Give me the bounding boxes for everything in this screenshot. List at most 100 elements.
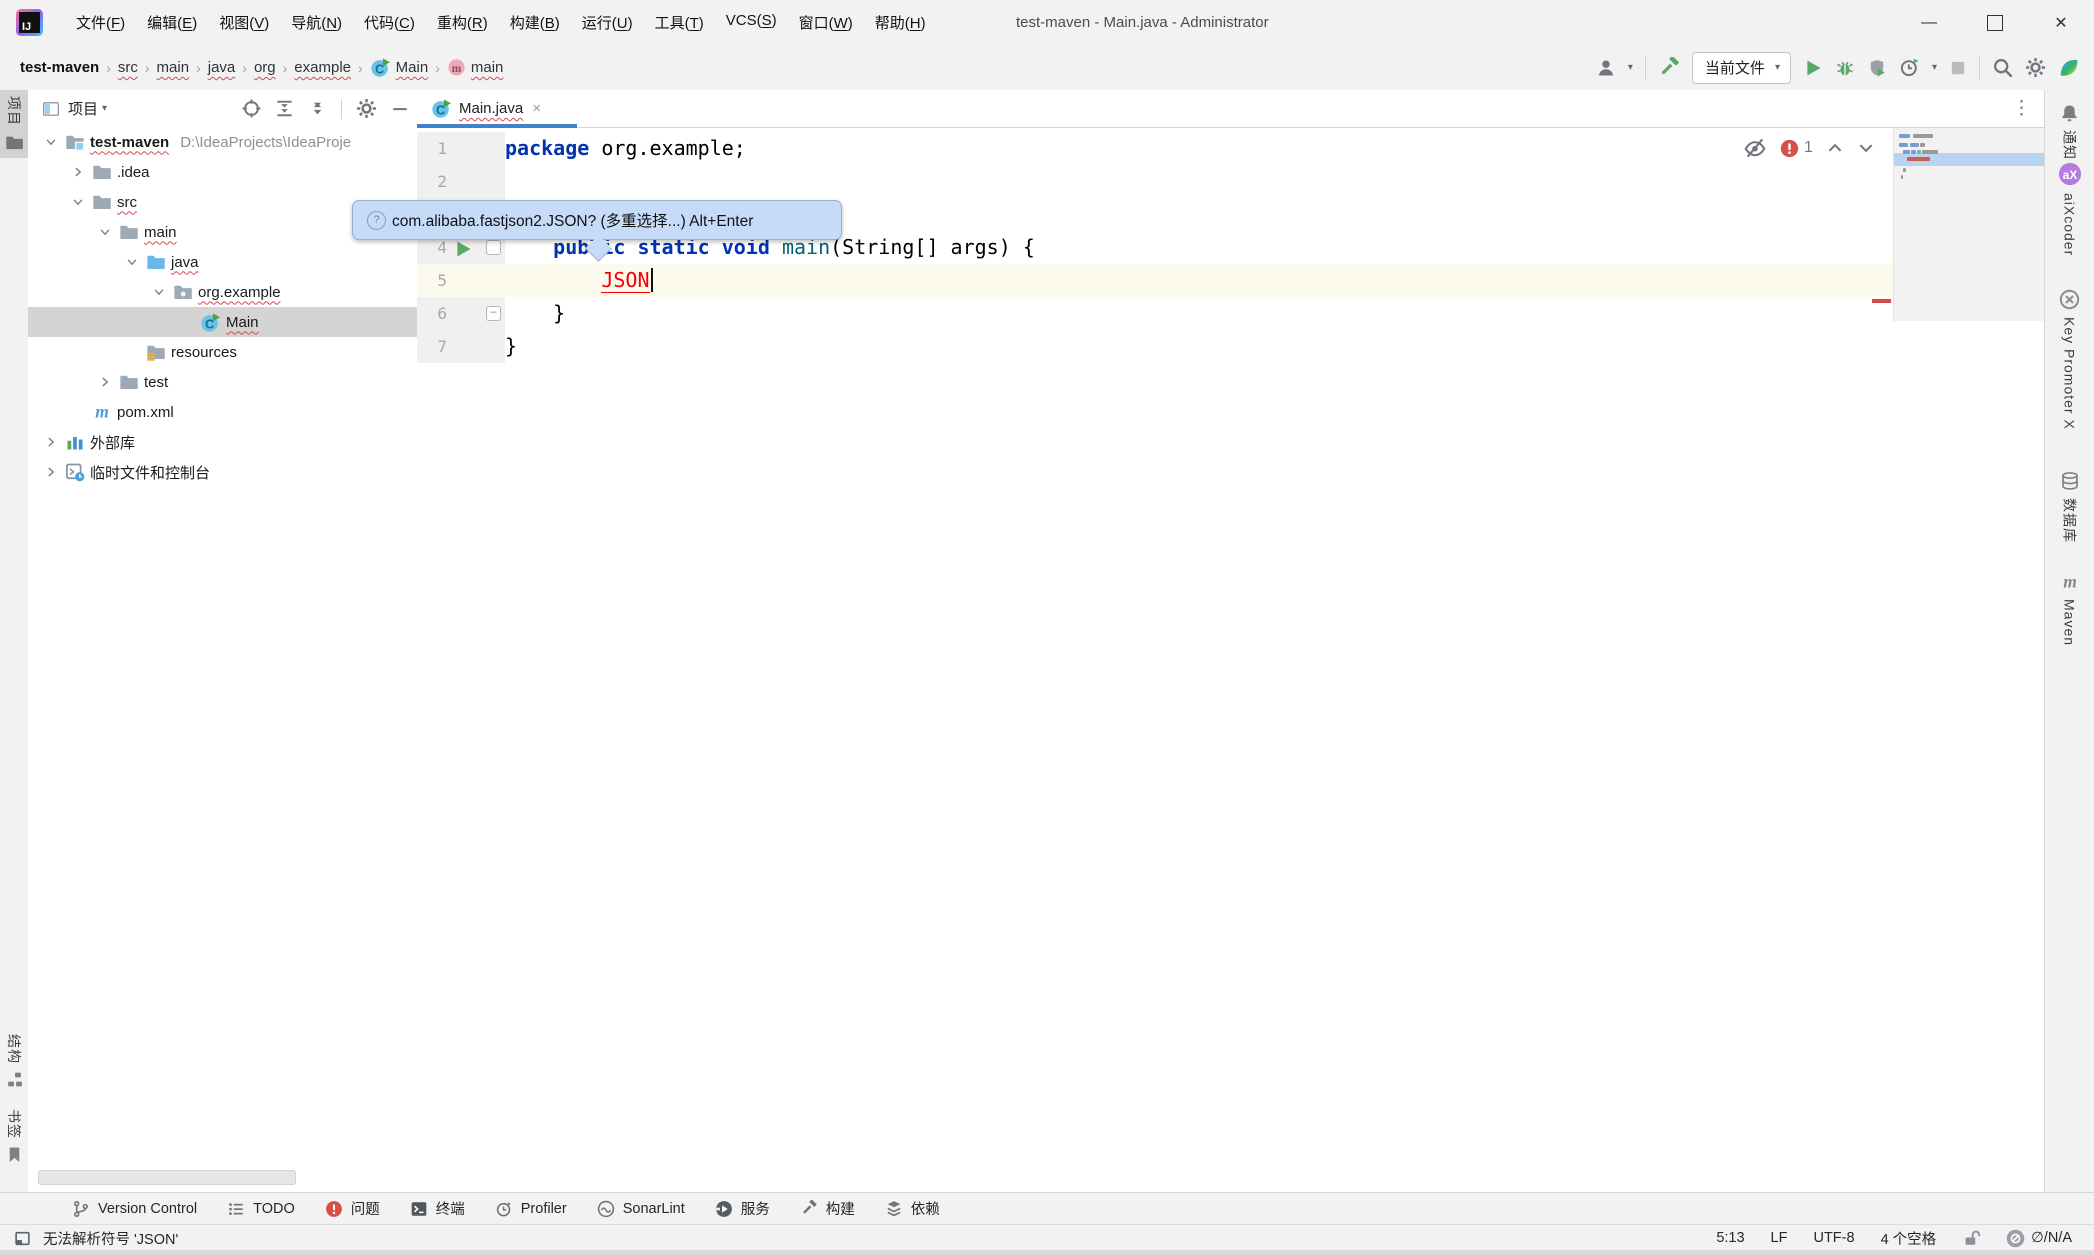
toolwindow-button-profiler[interactable]: Profiler	[495, 1200, 567, 1218]
menu-u[interactable]: 运行(U)	[571, 7, 644, 38]
breadcrumb-item-org[interactable]: org	[254, 59, 276, 76]
search-icon[interactable]	[1992, 57, 2013, 78]
breadcrumb-item-src[interactable]: src	[118, 59, 138, 76]
horizontal-scrollbar[interactable]	[38, 1170, 296, 1185]
minus-icon[interactable]	[391, 100, 409, 118]
expand-icon[interactable]	[275, 99, 294, 118]
code-line-6[interactable]: 6– }	[417, 297, 2045, 330]
chevron-right-icon[interactable]	[42, 465, 60, 479]
tree-item-java[interactable]: java	[28, 247, 417, 277]
chevron-down-icon[interactable]: ▾	[102, 103, 107, 114]
chevron-down-icon[interactable]: ▾	[1775, 62, 1780, 73]
code-minimap[interactable]	[1893, 128, 2045, 321]
breadcrumb-item-main[interactable]: mmain	[447, 58, 504, 77]
previous-error-icon[interactable]	[1826, 139, 1844, 157]
run-gutter-icon[interactable]	[453, 239, 473, 259]
chevron-down-icon[interactable]: ▾	[1932, 62, 1937, 73]
hammer-icon[interactable]	[1658, 57, 1680, 79]
breadcrumb-item-example[interactable]: example	[294, 59, 351, 76]
caret-position[interactable]: 5:13	[1716, 1230, 1744, 1246]
stripe-button-书签[interactable]: 书签	[0, 1103, 28, 1169]
collapse-icon[interactable]	[308, 99, 327, 118]
breadcrumb-item-test-maven[interactable]: test-maven	[20, 59, 99, 76]
close-tab-icon[interactable]: ×	[532, 100, 541, 117]
toolwindow-button-sonarlint[interactable]: SonarLint	[597, 1200, 685, 1218]
run-configuration-select[interactable]: 当前文件▾	[1692, 52, 1791, 84]
minimize-button[interactable]: —	[1896, 0, 1962, 45]
stripe-button-key-promoter-x[interactable]: Key Promoter X	[2045, 283, 2094, 436]
tree-item-pom.xml[interactable]: mpom.xml	[28, 397, 417, 427]
highlighting-level-eye-icon[interactable]	[1743, 137, 1767, 159]
menu-vcss[interactable]: VCS(S)	[715, 7, 788, 38]
tree-item-外部库[interactable]: 外部库	[28, 427, 417, 457]
toolwindow-button-构建[interactable]: 构建	[800, 1198, 855, 1219]
menu-b[interactable]: 构建(B)	[499, 7, 571, 38]
chevron-down-icon[interactable]	[42, 135, 60, 149]
tool-window-toggle-icon[interactable]	[14, 1230, 31, 1247]
lock-icon[interactable]	[1962, 1229, 1980, 1247]
target-icon[interactable]	[242, 99, 261, 118]
tree-item-test[interactable]: test	[28, 367, 417, 397]
toolwindow-button-依赖[interactable]: 依赖	[885, 1198, 940, 1219]
file-encoding[interactable]: UTF-8	[1813, 1230, 1854, 1246]
gear-icon[interactable]	[2025, 57, 2046, 78]
close-button[interactable]: ✕	[2028, 0, 2094, 45]
breadcrumb-item-main[interactable]: CMain	[370, 57, 429, 78]
stripe-button-数据库[interactable]: 数据库	[2045, 465, 2094, 549]
chevron-right-icon[interactable]	[42, 435, 60, 449]
menu-f[interactable]: 文件(F)	[65, 7, 136, 38]
play-icon[interactable]	[1803, 58, 1823, 78]
chevron-down-icon[interactable]	[69, 195, 87, 209]
shieldplay-icon[interactable]	[1867, 58, 1887, 78]
menu-h[interactable]: 帮助(H)	[864, 7, 937, 38]
menu-w[interactable]: 窗口(W)	[788, 7, 864, 38]
memory-indicator[interactable]: ∅/N/A	[2006, 1229, 2072, 1248]
tree-item-resources[interactable]: resources	[28, 337, 417, 367]
chevron-down-icon[interactable]	[123, 255, 141, 269]
profrun-icon[interactable]	[1899, 57, 1920, 78]
maximize-button[interactable]	[1962, 0, 2028, 45]
breadcrumb-item-main[interactable]: main	[157, 59, 190, 76]
code-line-2[interactable]: 2	[417, 165, 2045, 198]
tree-item-临时文件和控制台[interactable]: 临时文件和控制台	[28, 457, 417, 487]
project-panel-title[interactable]: 项目	[68, 98, 98, 119]
chevron-down-icon[interactable]: ▾	[1628, 62, 1633, 73]
toolwindow-button-问题[interactable]: 问题	[325, 1198, 380, 1219]
fold-marker-icon[interactable]	[486, 240, 501, 255]
breadcrumb-item-java[interactable]: java	[208, 59, 236, 76]
person-icon[interactable]	[1596, 58, 1616, 78]
toolwindow-button-服务[interactable]: 服务	[715, 1198, 770, 1219]
code-line-7[interactable]: 7}	[417, 330, 2045, 363]
stripe-button-结构[interactable]: 结构	[0, 1028, 28, 1094]
stripe-button-maven[interactable]: mMaven	[2045, 566, 2094, 652]
chevron-down-icon[interactable]	[96, 225, 114, 239]
next-error-icon[interactable]	[1857, 139, 1875, 157]
import-suggestion-tooltip[interactable]: ? com.alibaba.fastjson2.JSON? (多重选择...) …	[352, 200, 842, 240]
menu-n[interactable]: 导航(N)	[280, 7, 353, 38]
menu-t[interactable]: 工具(T)	[644, 7, 715, 38]
menu-v[interactable]: 视图(V)	[208, 7, 280, 38]
toolwindow-button-终端[interactable]: 终端	[410, 1198, 465, 1219]
tree-item-org.example[interactable]: org.example	[28, 277, 417, 307]
tree-item-Main[interactable]: CMain	[28, 307, 417, 337]
editor-body[interactable]: 1package org.example;234 public static v…	[417, 128, 2045, 1192]
gear-icon[interactable]	[356, 98, 377, 119]
tree-item-.idea[interactable]: .idea	[28, 157, 417, 187]
menu-r[interactable]: 重构(R)	[426, 7, 499, 38]
toolwindow-button-version-control[interactable]: Version Control	[72, 1200, 197, 1218]
menu-c[interactable]: 代码(C)	[353, 7, 426, 38]
chevron-right-icon[interactable]	[69, 165, 87, 179]
fold-marker-icon[interactable]: –	[486, 306, 501, 321]
bug-icon[interactable]	[1835, 58, 1855, 78]
stripe-button-项目[interactable]: 项目	[0, 90, 28, 158]
chevron-down-icon[interactable]	[150, 285, 168, 299]
chevron-right-icon[interactable]	[96, 375, 114, 389]
code-line-5[interactable]: 5 JSON	[417, 264, 2045, 297]
menu-e[interactable]: 编辑(E)	[136, 7, 208, 38]
stripe-button-aixcoder[interactable]: aXaiXcoder	[2045, 156, 2094, 262]
tab-options-icon[interactable]: ⋮	[2012, 97, 2031, 120]
error-stripe-mark[interactable]	[1872, 299, 1891, 303]
tree-item-test-maven[interactable]: test-mavenD:\IdeaProjects\IdeaProje	[28, 127, 417, 157]
line-ending[interactable]: LF	[1771, 1230, 1788, 1246]
toolwindow-button-todo[interactable]: TODO	[227, 1200, 295, 1218]
